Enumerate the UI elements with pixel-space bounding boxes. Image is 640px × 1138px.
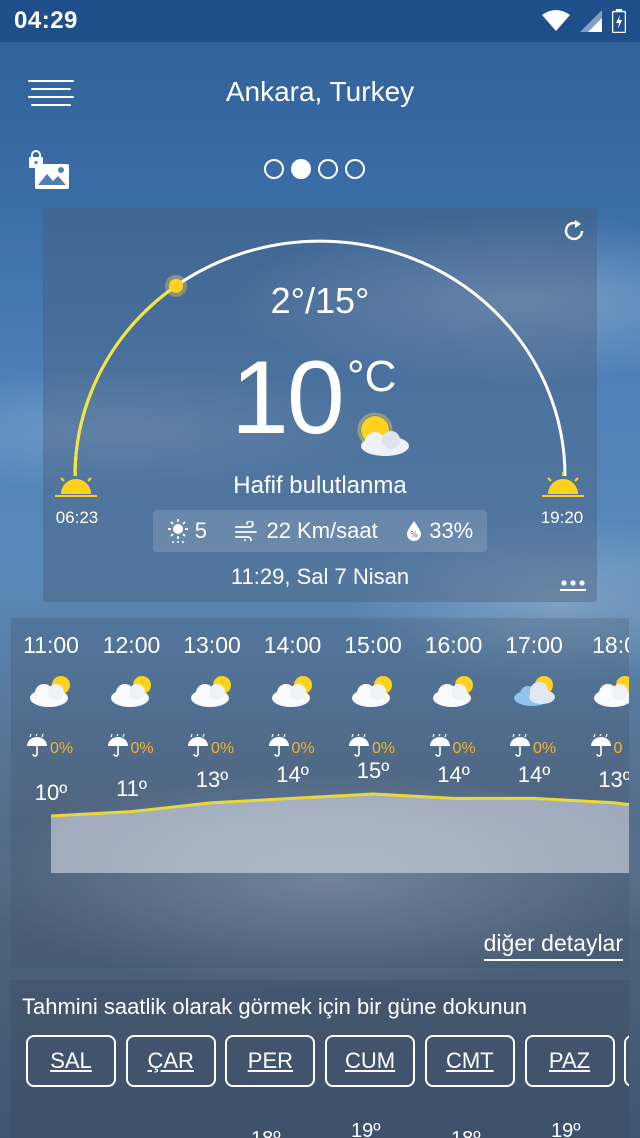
- city-title[interactable]: Ankara, Turkey: [0, 76, 640, 108]
- svg-text:%: %: [410, 530, 418, 539]
- hour-temperature: 14º: [437, 762, 470, 788]
- daily-hint: Tahmini saatlik olarak görmek için bir g…: [22, 994, 528, 1019]
- day-button[interactable]: ÇAR: [125, 1035, 216, 1087]
- humidity-drop-icon: %: [407, 521, 422, 541]
- wind-icon: [235, 521, 258, 541]
- day-button[interactable]: CMT: [424, 1035, 515, 1087]
- signal-icon: [580, 10, 602, 32]
- weather-stats: 5 22 Km/saat % 33%: [153, 510, 487, 552]
- humidity-stat: % 33%: [405, 518, 473, 544]
- day-button[interactable]: [624, 1035, 629, 1087]
- weather-condition: Hafif bulutlanma: [233, 472, 407, 499]
- sunset-icon: [542, 472, 584, 497]
- sunrise-time: 06:23: [55, 508, 99, 527]
- partly-cloudy-icon: [357, 412, 409, 456]
- day-button[interactable]: PAZ: [524, 1035, 615, 1087]
- wallpaper-lock-button[interactable]: [28, 150, 72, 190]
- temperature-unit: °C: [347, 352, 397, 401]
- hour-temperature: 14º: [276, 762, 309, 788]
- wifi-icon: [542, 10, 570, 31]
- day-temperature: 18º: [251, 1128, 281, 1138]
- day-temperature: 18º: [451, 1128, 481, 1138]
- image-lock-icon: [29, 150, 69, 189]
- more-details-link[interactable]: diğer detaylar: [483, 930, 623, 961]
- page-dot[interactable]: [345, 159, 365, 179]
- current-weather-card: 2°/15° 10 °C Hafif bulutlanma 06:23 19:2…: [43, 208, 597, 602]
- temperature-area: [51, 794, 629, 873]
- day-button[interactable]: PER: [225, 1035, 316, 1087]
- page-dot-active[interactable]: [291, 159, 311, 179]
- sunset-time: 19:20: [540, 508, 584, 527]
- status-bar: 04:29: [0, 0, 640, 42]
- wind-value: 22 Km/saat: [266, 518, 378, 543]
- current-temperature: 10: [231, 340, 345, 456]
- more-options-icon[interactable]: [559, 578, 587, 592]
- status-icons: [542, 9, 626, 33]
- battery-charging-icon: [612, 9, 626, 33]
- page-dot[interactable]: [318, 159, 338, 179]
- refresh-icon[interactable]: [561, 218, 587, 244]
- page-indicator: [264, 159, 365, 179]
- uv-index-value: 5: [194, 518, 207, 543]
- hour-temperature: 14º: [517, 762, 551, 788]
- day-button[interactable]: SAL: [26, 1035, 116, 1087]
- uv-index-stat: 5: [167, 518, 207, 544]
- status-time: 04:29: [14, 7, 78, 34]
- hour-temperature: 13º: [598, 766, 629, 792]
- uv-sun-icon: [167, 519, 188, 543]
- hour-temperature: 10º: [34, 780, 68, 805]
- daily-forecast-card: Tahmini saatlik olarak görmek için bir g…: [11, 980, 629, 1138]
- hour-temperature: 11º: [116, 775, 147, 801]
- day-temperature: 19º: [351, 1120, 381, 1138]
- hourly-forecast-card[interactable]: 11:00 0% 12:00 0% 13:00 0% 14:00 0% 15:0…: [11, 618, 629, 968]
- current-datetime: 11:29, Sal 7 Nisan: [230, 564, 410, 589]
- hour-temperature: 13º: [195, 766, 229, 792]
- page-dot[interactable]: [264, 159, 284, 179]
- day-temperature: 19º: [551, 1120, 581, 1138]
- day-button[interactable]: CUM: [325, 1035, 416, 1087]
- hour-temperature: 15º: [356, 758, 390, 783]
- wind-stat: 22 Km/saat: [234, 518, 378, 544]
- min-max-temperature: 2°/15°: [270, 280, 370, 321]
- humidity-value: 33%: [429, 518, 474, 543]
- sunrise-icon: [55, 472, 97, 497]
